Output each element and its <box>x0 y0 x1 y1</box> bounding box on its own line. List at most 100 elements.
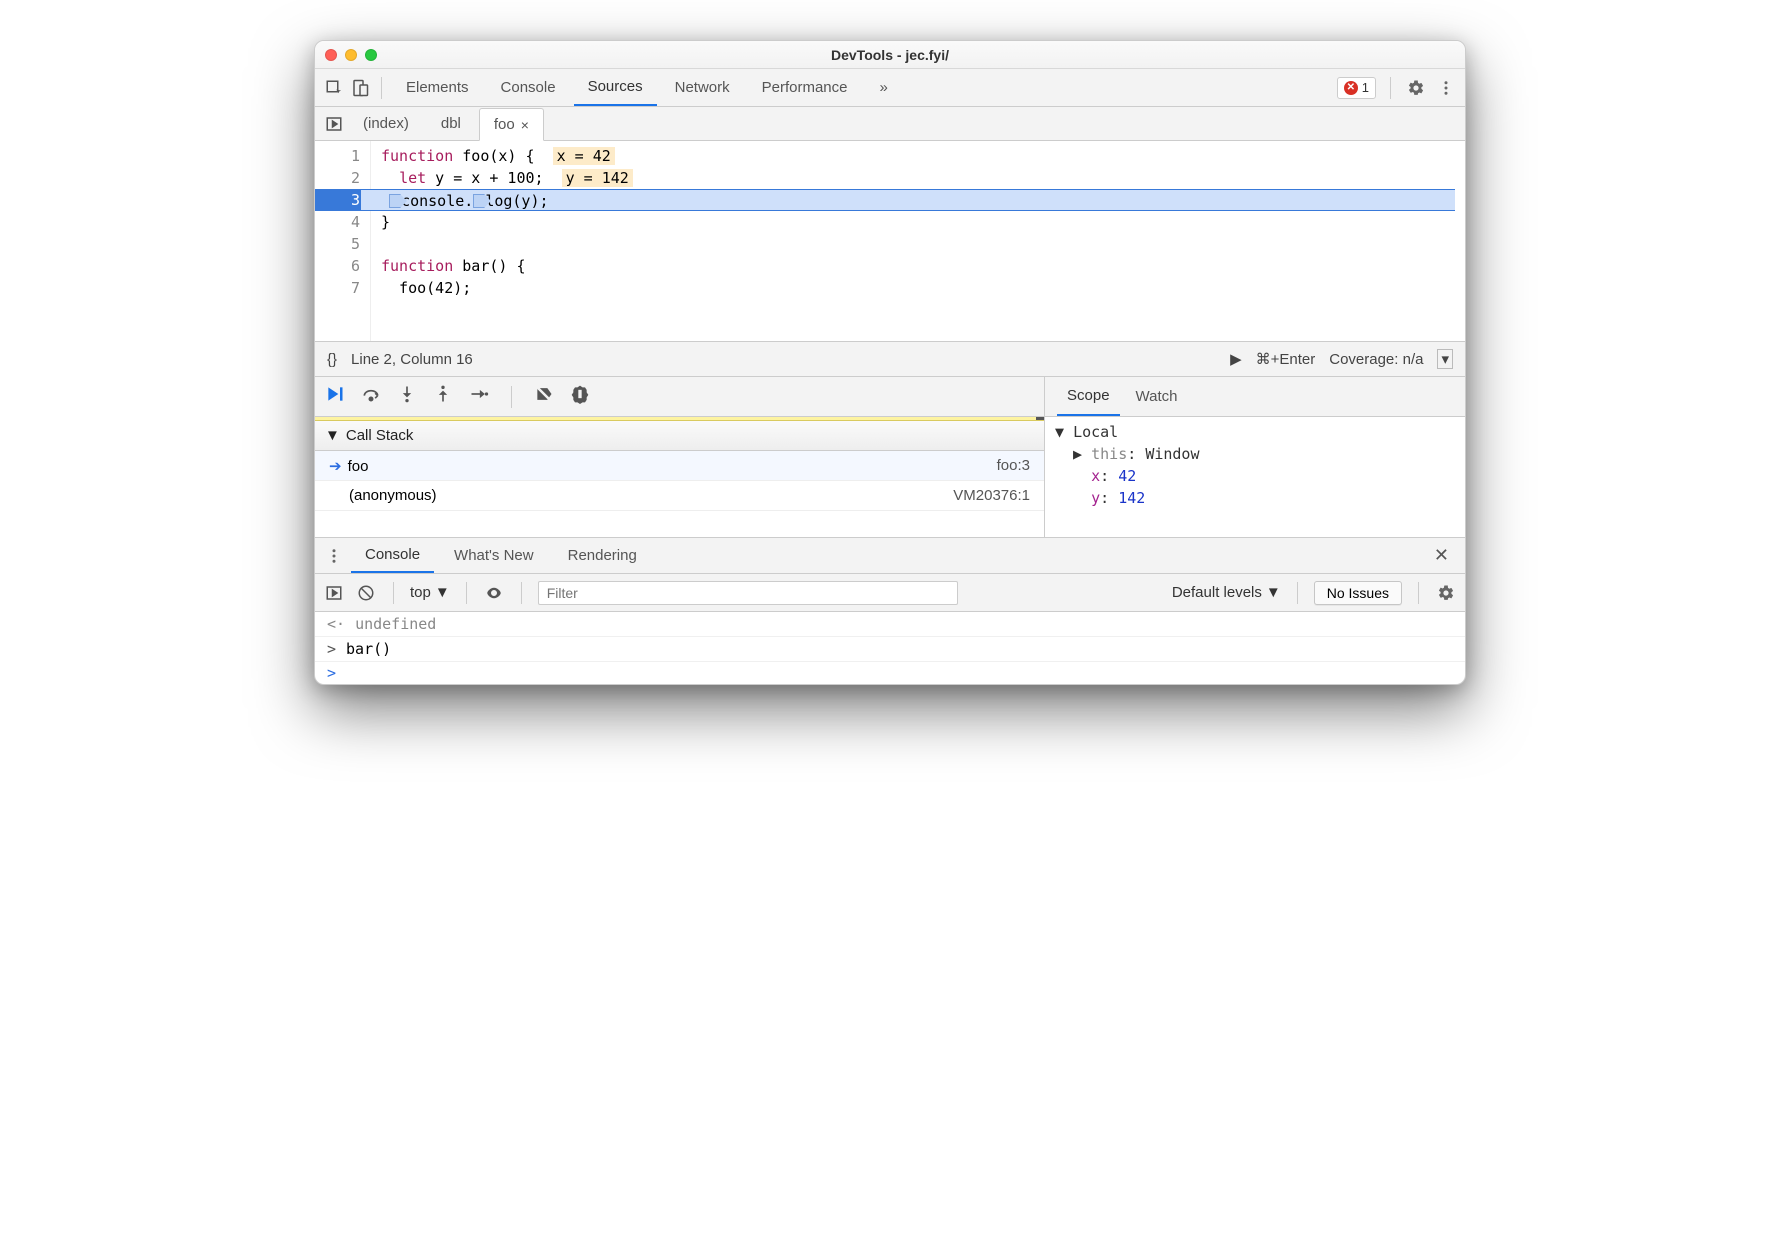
separator <box>1390 77 1391 99</box>
inline-value: x = 42 <box>553 147 615 165</box>
tab-console[interactable]: Console <box>487 69 570 106</box>
live-expression-icon[interactable] <box>483 582 505 604</box>
drawer-tab-whatsnew[interactable]: What's New <box>440 538 548 573</box>
line-number[interactable]: 7 <box>315 277 370 299</box>
scope-variable[interactable]: ▶ this: Window <box>1055 443 1455 465</box>
close-drawer-icon[interactable]: ✕ <box>1426 545 1457 566</box>
paused-indicator <box>315 417 1044 421</box>
frame-name: foo <box>348 458 369 475</box>
file-tab-foo[interactable]: foo × <box>479 108 544 141</box>
line-number[interactable]: 6 <box>315 255 370 277</box>
tab-network[interactable]: Network <box>661 69 744 106</box>
deactivate-breakpoints-icon[interactable] <box>534 384 554 409</box>
close-tab-icon[interactable]: × <box>521 117 529 133</box>
execution-marker-icon <box>389 194 401 208</box>
debug-toolbar <box>315 377 1044 417</box>
code-line: let y = x + 100; y = 142 <box>371 167 1465 189</box>
line-number[interactable]: 4 <box>315 211 370 233</box>
execution-line: console.log(y); <box>361 189 1455 211</box>
step-icon[interactable] <box>469 384 489 409</box>
tabs-overflow[interactable]: » <box>866 69 902 106</box>
console-result-row: <· undefined <box>315 612 1465 637</box>
input-caret-icon: > <box>327 640 336 658</box>
call-stack-frame[interactable]: ➔ foo foo:3 <box>315 451 1044 481</box>
right-debug-pane: Scope Watch ▼ Local ▶ this: Window x: 42… <box>1045 377 1465 537</box>
log-level-selector[interactable]: Default levels▼ <box>1172 584 1281 601</box>
file-tab-dbl[interactable]: dbl <box>427 107 475 140</box>
scope-variable[interactable]: y: 142 <box>1055 487 1455 509</box>
file-tab-index[interactable]: (index) <box>349 107 423 140</box>
tab-performance[interactable]: Performance <box>748 69 862 106</box>
drawer-tab-rendering[interactable]: Rendering <box>554 538 651 573</box>
error-icon: ✕ <box>1344 81 1358 95</box>
editor-status-bar: {} Line 2, Column 16 ▶ ⌘+Enter Coverage:… <box>315 341 1465 377</box>
settings-icon[interactable] <box>1405 77 1427 99</box>
step-into-icon[interactable] <box>397 384 417 409</box>
console-input-row: > bar() <box>315 637 1465 662</box>
console-settings-icon[interactable] <box>1435 582 1457 604</box>
more-menu-icon[interactable] <box>1435 77 1457 99</box>
error-count-badge[interactable]: ✕ 1 <box>1337 77 1376 99</box>
step-over-icon[interactable] <box>361 384 381 409</box>
frame-name: (anonymous) <box>329 487 437 504</box>
console-output[interactable]: <· undefined > bar() > <box>315 612 1465 684</box>
separator <box>381 77 382 99</box>
clear-console-icon[interactable] <box>355 582 377 604</box>
step-out-icon[interactable] <box>433 384 453 409</box>
scope-section[interactable]: ▼ Local <box>1055 421 1455 443</box>
line-number[interactable]: 1 <box>315 145 370 167</box>
code-line: } <box>371 211 1465 233</box>
separator <box>1297 582 1298 604</box>
line-number[interactable]: 2 <box>315 167 370 189</box>
scope-tree[interactable]: ▼ Local ▶ this: Window x: 42 y: 142 <box>1045 417 1465 537</box>
coverage-dropdown-icon[interactable]: ▾ <box>1437 349 1453 369</box>
result-caret-icon: <· <box>327 615 345 633</box>
device-toolbar-icon[interactable] <box>349 77 371 99</box>
pretty-print-icon[interactable]: {} <box>327 351 337 368</box>
drawer-tab-console[interactable]: Console <box>351 538 434 573</box>
drawer-tabs: Console What's New Rendering ✕ <box>315 538 1465 574</box>
chevron-down-icon: ▼ <box>1266 584 1281 601</box>
issues-button[interactable]: No Issues <box>1314 581 1402 605</box>
console-toolbar: top▼ Default levels▼ No Issues <box>315 574 1465 612</box>
call-stack-header[interactable]: ▼ Call Stack <box>315 421 1044 451</box>
devtools-window: DevTools - jec.fyi/ Elements Console Sou… <box>314 40 1466 685</box>
line-gutter[interactable]: 1 2 3 4 5 6 7 <box>315 141 371 341</box>
execution-marker-icon <box>473 194 485 208</box>
tab-elements[interactable]: Elements <box>392 69 483 106</box>
console-prompt[interactable]: > <box>315 662 1465 684</box>
inspect-element-icon[interactable] <box>323 77 345 99</box>
resume-icon[interactable] <box>325 384 345 409</box>
separator <box>1418 582 1419 604</box>
separator <box>466 582 467 604</box>
tab-watch[interactable]: Watch <box>1126 377 1188 416</box>
error-count: 1 <box>1362 80 1369 95</box>
context-selector[interactable]: top▼ <box>410 584 450 601</box>
pause-on-exceptions-icon[interactable] <box>570 384 590 409</box>
console-sidebar-icon[interactable] <box>323 582 345 604</box>
frame-location: VM20376:1 <box>953 487 1030 504</box>
code-content[interactable]: function foo(x) { x = 42 let y = x + 100… <box>371 141 1465 341</box>
run-shortcut-label: ⌘+Enter <box>1256 350 1316 368</box>
console-filter-input[interactable] <box>538 581 958 605</box>
titlebar: DevTools - jec.fyi/ <box>315 41 1465 69</box>
line-number[interactable]: 5 <box>315 233 370 255</box>
file-tab-label: foo <box>494 116 515 133</box>
call-stack-frame[interactable]: (anonymous) VM20376:1 <box>315 481 1044 511</box>
run-snippet-icon[interactable]: ▶ <box>1230 350 1242 368</box>
main-tab-strip: Elements Console Sources Network Perform… <box>315 69 1465 107</box>
current-frame-icon: ➔ <box>329 458 342 475</box>
scope-variable[interactable]: x: 42 <box>1055 465 1455 487</box>
tab-sources[interactable]: Sources <box>574 69 657 106</box>
tab-scope[interactable]: Scope <box>1057 377 1120 416</box>
separator <box>511 386 512 408</box>
code-line: function foo(x) { x = 42 <box>371 145 1465 167</box>
coverage-label: Coverage: n/a <box>1329 351 1423 368</box>
drawer-menu-icon[interactable] <box>323 545 345 567</box>
show-navigator-icon[interactable] <box>323 113 345 135</box>
frame-location: foo:3 <box>997 457 1030 474</box>
cursor-position: Line 2, Column 16 <box>351 351 473 368</box>
source-editor[interactable]: 1 2 3 4 5 6 7 function foo(x) { x = 42 l… <box>315 141 1465 341</box>
section-title: Call Stack <box>346 427 414 444</box>
inline-value: y = 142 <box>562 169 633 187</box>
